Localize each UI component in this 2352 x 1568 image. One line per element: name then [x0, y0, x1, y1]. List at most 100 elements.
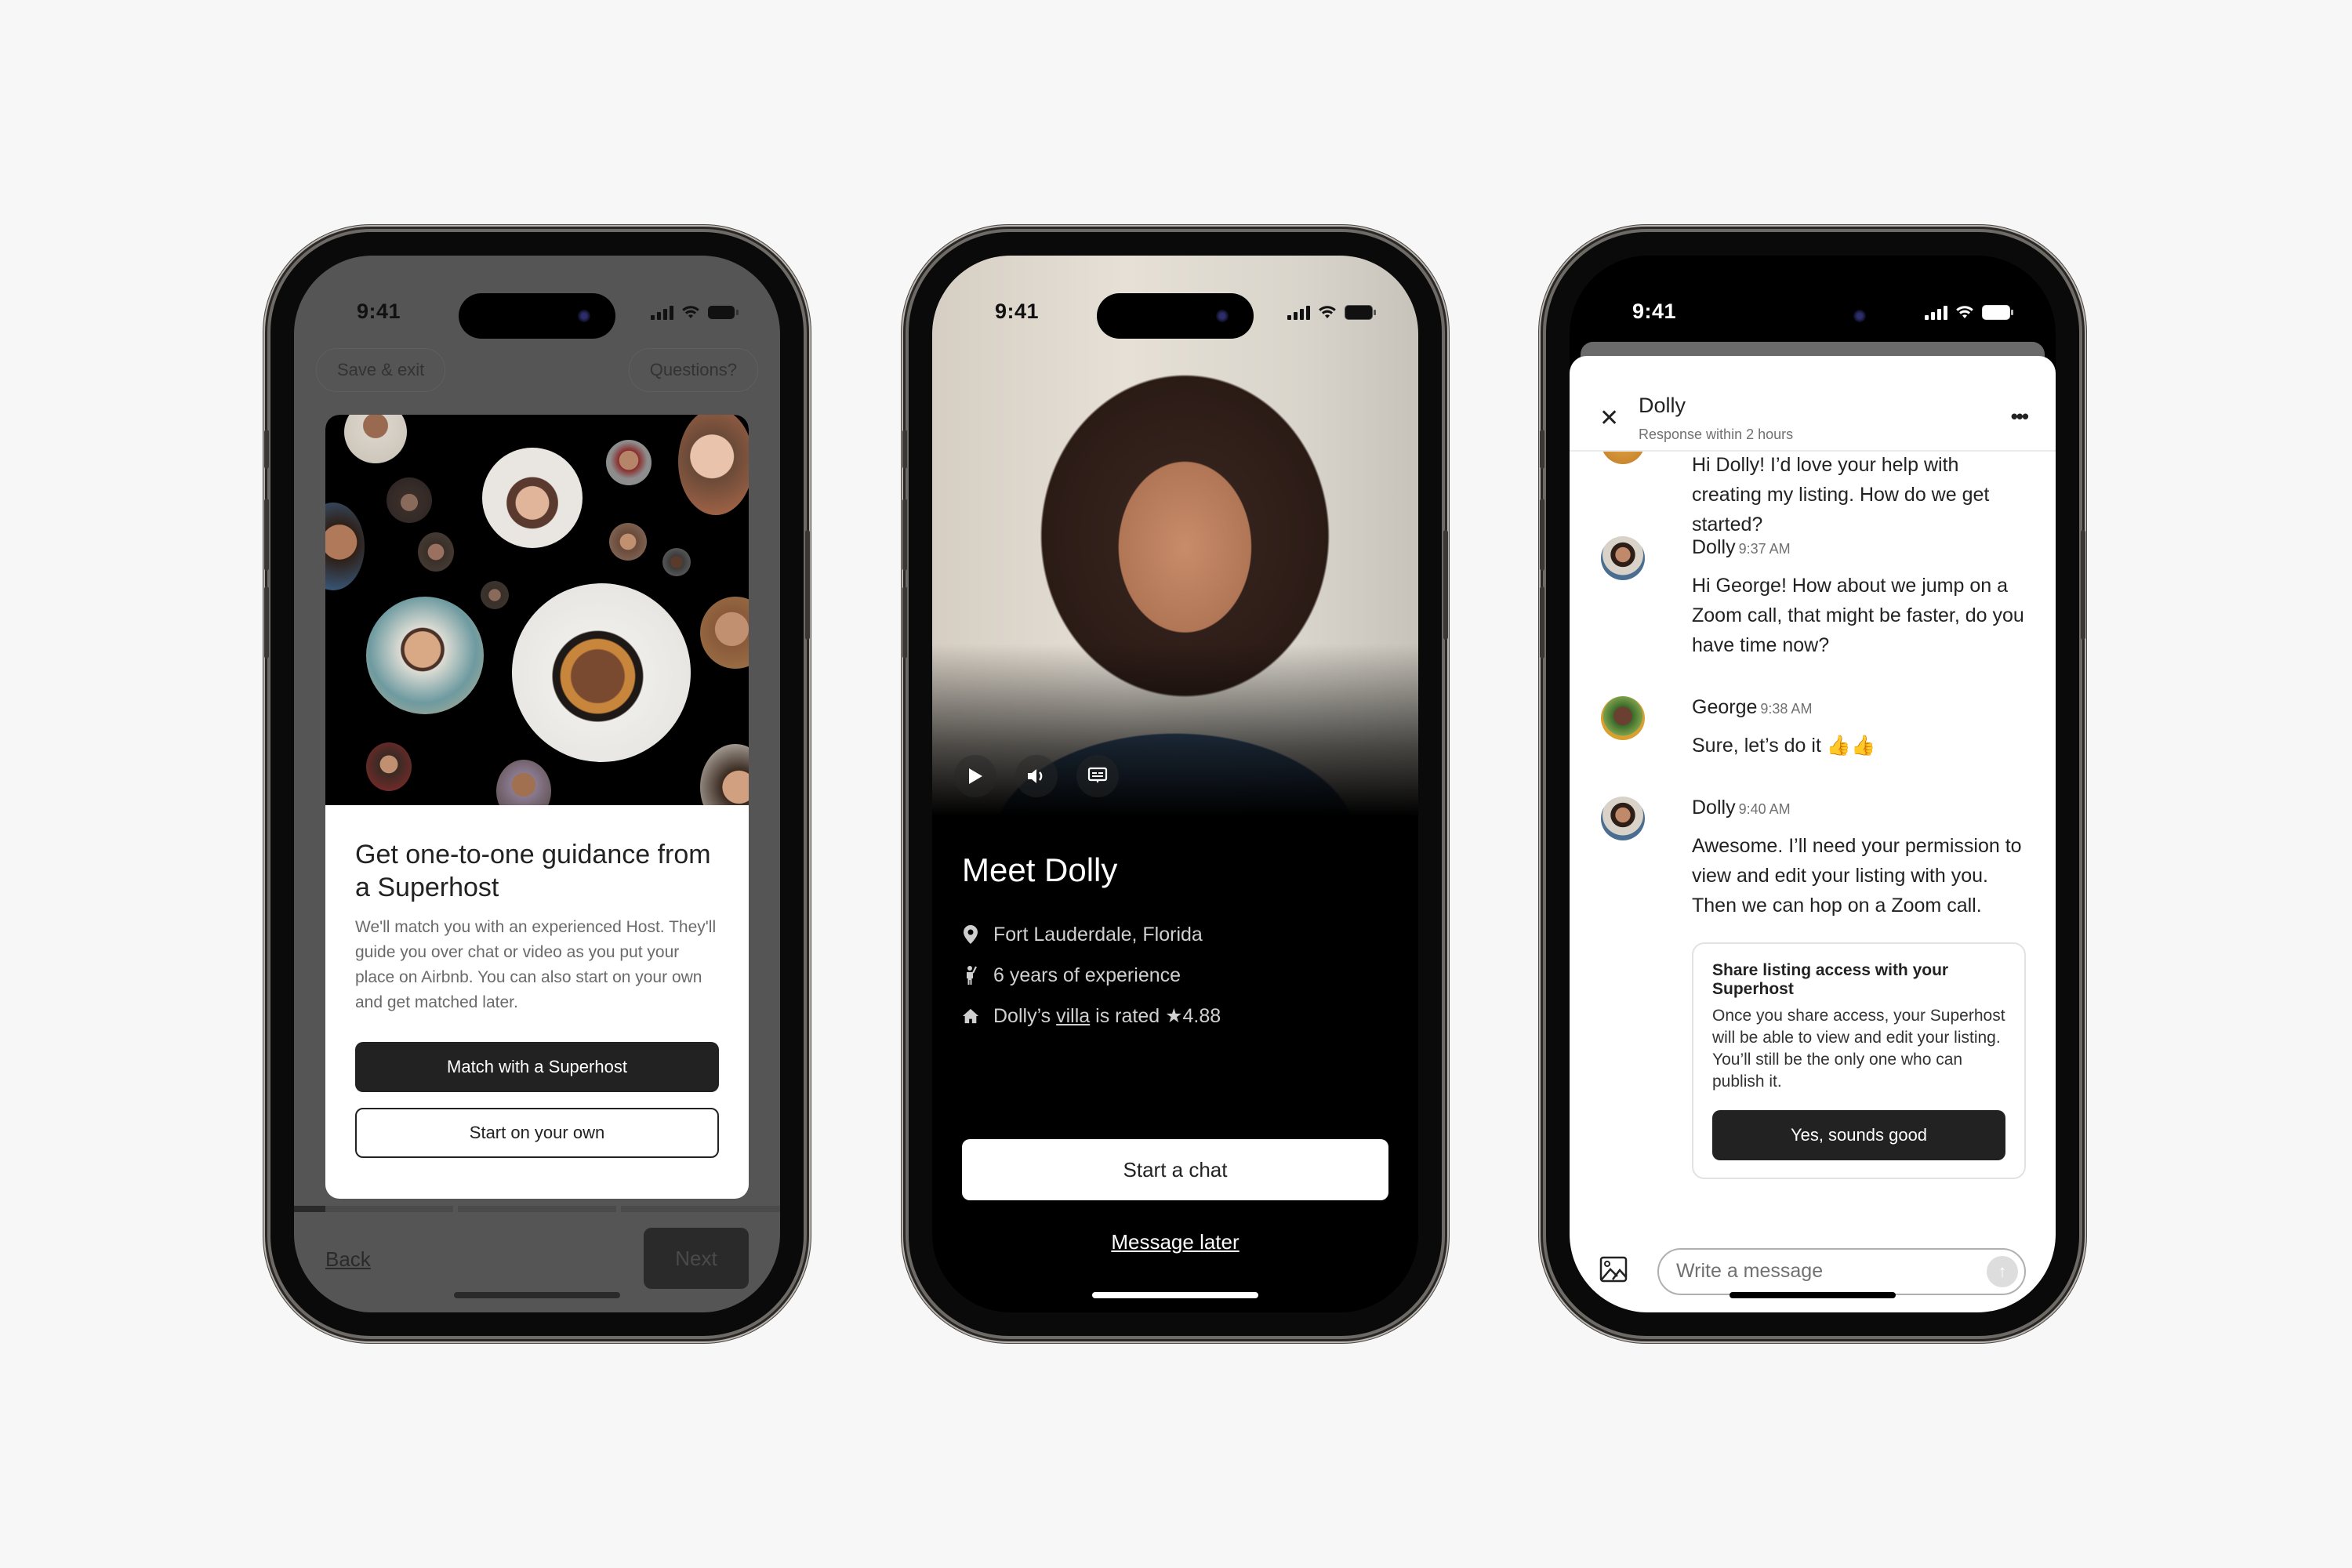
avatar-george	[1601, 696, 1645, 740]
share-card-title: Share listing access with your Superhost	[1712, 961, 1949, 998]
screen: 9:41 Save & exit Questions? Get one-to-o…	[294, 256, 780, 1312]
volume-down-button	[902, 586, 907, 659]
phone-onboarding: 9:41 Save & exit Questions? Get one-to-o…	[264, 232, 810, 1336]
avatar-dolly	[1601, 536, 1645, 580]
progress-step	[294, 1206, 453, 1212]
home-icon	[962, 1007, 979, 1025]
chat-header: ✕ Dolly Response within 2 hours •••	[1570, 356, 2056, 452]
start-chat-button[interactable]: Start a chat	[962, 1139, 1388, 1200]
host-avatar	[700, 597, 749, 669]
fact-text: Fort Lauderdale, Florida	[993, 923, 1203, 946]
play-icon[interactable]	[954, 755, 996, 797]
host-avatar	[700, 744, 749, 805]
message: Dolly 9:40 AM Awesome. I’ll need your per…	[1601, 797, 2027, 920]
status-time: 9:41	[1632, 299, 1677, 323]
home-indicator[interactable]	[1092, 1292, 1258, 1298]
camera-icon	[578, 310, 590, 322]
response-time: Response within 2 hours	[1639, 426, 1794, 442]
video-controls	[954, 755, 1119, 797]
yes-sounds-good-button[interactable]: Yes, sounds good	[1712, 1110, 2005, 1160]
power-button	[2081, 530, 2085, 640]
camera-icon	[1853, 310, 1866, 322]
status-time: 9:41	[357, 299, 401, 323]
avatar-dolly	[1601, 797, 1645, 840]
host-avatar	[481, 581, 509, 609]
volume-up-button	[264, 499, 269, 571]
action-button	[1540, 430, 1544, 469]
cellular-signal-icon	[1925, 304, 1947, 320]
message-later-link[interactable]: Message later	[932, 1230, 1418, 1254]
image-icon[interactable]	[1599, 1256, 1628, 1287]
location-pin-icon	[962, 925, 979, 944]
battery-icon	[1982, 304, 2013, 320]
message-time: 9:38 AM	[1760, 701, 1813, 717]
message-sender: Dolly	[1692, 536, 1736, 558]
host-avatar	[387, 477, 432, 523]
cellular-signal-icon	[1287, 304, 1310, 320]
phone-chat: 9:41 ✕ Dolly Response within 2 hours •••…	[1540, 232, 2085, 1336]
message-input[interactable]	[1675, 1259, 1976, 1283]
volume-icon[interactable]	[1015, 755, 1058, 797]
avatar-george	[1601, 452, 1645, 464]
message-composer: ↑	[1570, 1240, 2056, 1311]
progress-step	[621, 1206, 780, 1212]
host-avatar	[366, 597, 484, 714]
message: Dolly 9:37 AM Hi George! How about we jum…	[1601, 536, 2027, 660]
host-avatar	[606, 440, 652, 485]
modal-title: Get one-to-one guidance from a Superhost	[355, 840, 711, 902]
message-time: 9:37 AM	[1738, 541, 1791, 557]
message-text: Hi Dolly! I’d love your help with creati…	[1692, 454, 1990, 535]
modal-description: We'll match you with an experienced Host…	[355, 918, 717, 1011]
volume-up-button	[902, 499, 907, 571]
home-indicator[interactable]	[454, 1292, 620, 1298]
save-exit-button[interactable]: Save & exit	[316, 348, 446, 392]
match-superhost-button[interactable]: Match with a Superhost	[355, 1042, 719, 1092]
host-avatar	[482, 448, 583, 548]
close-icon[interactable]: ✕	[1599, 405, 1619, 432]
host-avatar	[366, 742, 412, 791]
progress-step	[457, 1206, 617, 1212]
volume-down-button	[264, 586, 269, 659]
back-link[interactable]: Back	[325, 1247, 371, 1272]
waving-person-icon	[962, 965, 979, 985]
rating-text: is rated ★4.88	[1090, 1005, 1221, 1027]
action-button	[264, 430, 269, 469]
message-text: Awesome. I’ll need your permission to vi…	[1692, 835, 2022, 916]
message: George 9:38 AM Sure, let’s do it 👍👍	[1601, 696, 2027, 760]
status-time: 9:41	[995, 299, 1040, 323]
send-arrow-icon[interactable]: ↑	[1987, 1256, 2018, 1287]
volume-up-button	[1540, 499, 1544, 571]
message-list: Hi Dolly! I’d love your help with creati…	[1570, 452, 2056, 1236]
questions-button[interactable]: Questions?	[628, 348, 758, 392]
dynamic-island	[459, 293, 615, 339]
captions-icon[interactable]	[1076, 755, 1119, 797]
dynamic-island	[1097, 293, 1254, 339]
wifi-icon	[1319, 306, 1336, 318]
next-button[interactable]: Next	[644, 1228, 749, 1289]
wifi-icon	[682, 306, 699, 318]
fact-rating: Dolly’s villa is rated ★4.88	[962, 996, 1221, 1036]
more-options-icon[interactable]: •••	[2011, 405, 2029, 429]
share-access-card: Share listing access with your Superhost…	[1692, 942, 2026, 1179]
host-avatar	[609, 523, 647, 561]
host-avatar	[678, 415, 749, 515]
message-text: Sure, let’s do it 👍👍	[1692, 735, 1876, 757]
host-avatar	[344, 415, 407, 463]
home-indicator[interactable]	[1730, 1292, 1896, 1298]
start-on-own-button[interactable]: Start on your own	[355, 1108, 719, 1158]
screen: 9:41 ✕ Dolly Response within 2 hours •••…	[1570, 256, 2056, 1312]
message-sender: Dolly	[1692, 797, 1736, 818]
fact-text: 6 years of experience	[993, 964, 1181, 986]
progress-bar	[294, 1206, 780, 1212]
host-video-photo[interactable]	[932, 256, 1418, 816]
power-button	[1443, 530, 1448, 640]
message-sender: George	[1692, 696, 1758, 718]
host-avatar	[496, 760, 551, 805]
superhost-modal: Get one-to-one guidance from a Superhost…	[325, 415, 749, 1199]
cellular-signal-icon	[651, 304, 673, 320]
power-button	[805, 530, 810, 640]
villa-link[interactable]: villa	[1056, 1005, 1090, 1027]
host-avatar	[325, 503, 365, 590]
share-card-body: Once you share access, your Superhost wi…	[1712, 1007, 2005, 1091]
host-faces-mosaic	[325, 415, 749, 805]
